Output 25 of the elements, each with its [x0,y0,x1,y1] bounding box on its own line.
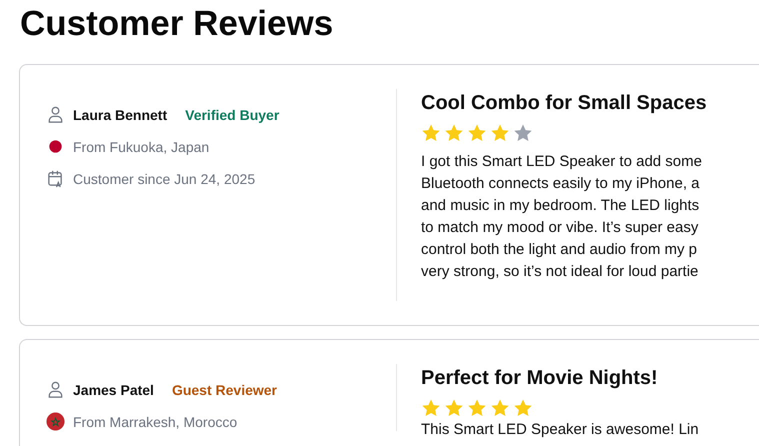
review-text: This Smart LED Speaker is awesome! Lin [421,422,700,438]
star-icon [467,398,487,418]
location-text: From Fukuoka, Japan [73,138,210,154]
user-icon [46,105,65,124]
review-title: Cool Combo for Small Spaces [421,91,708,116]
star-icon [490,398,510,418]
location-text: From Marrakesh, Morocco [73,414,238,430]
star-icon [421,123,441,143]
customer-since-text: Customer since Jun 24, 2025 [73,170,256,186]
reviewer-name: James Patel [73,382,154,398]
star-icon [444,398,464,418]
reviewer-name: Laura Bennett [73,106,168,122]
review-title: Perfect for Movie Nights! [421,366,659,391]
star-icon [513,123,533,143]
calendar-icon [46,169,65,188]
reviewer-status-label: Verified Buyer [185,106,280,122]
user-icon [46,380,65,399]
star-icon [490,123,510,143]
star-icon [421,398,441,418]
page-title: Customer Reviews [20,4,334,44]
star-icon [467,123,487,143]
star-icon [444,123,464,143]
star-icon [513,398,533,418]
reviewer-status-label: Guest Reviewer [172,382,278,398]
review-text: I got this Smart LED Speaker to add some Bluetooth connects easily to my iPhone, a and music in my bedroom. The LED lights to match my mood or vibe. It’s super easy control both the light and audio from my p very strong, so it’s not ideal for loud partie [421,152,703,282]
